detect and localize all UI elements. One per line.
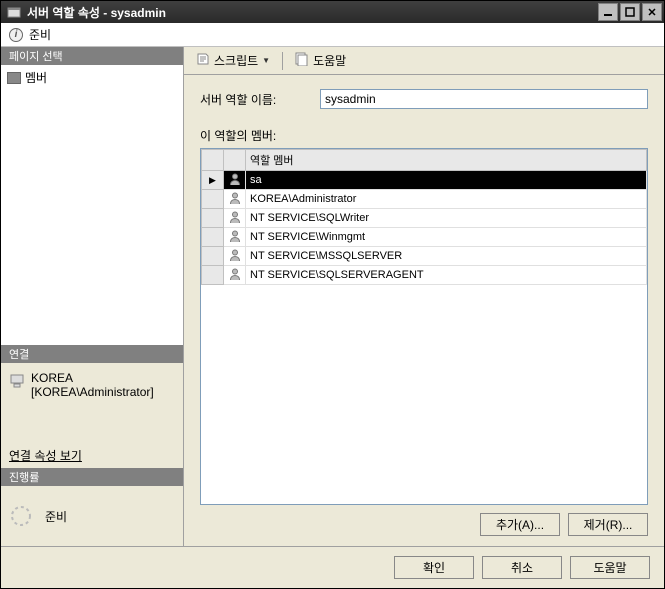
subheader: i 준비 <box>1 23 664 47</box>
table-row[interactable]: NT SERVICE\MSSQLSERVER <box>202 247 647 266</box>
spinner-icon <box>9 504 33 528</box>
action-row: 추가(A)... 제거(R)... <box>200 513 648 536</box>
window-root: 서버 역할 속성 - sysadmin i 준비 페이지 선택 <box>0 0 665 589</box>
page-item-members[interactable]: 멤버 <box>3 67 181 88</box>
progress-section: 진행률 준비 <box>1 468 183 546</box>
chevron-down-icon: ▼ <box>262 56 270 65</box>
body: 페이지 선택 멤버 연결 <box>1 47 664 546</box>
help-label: 도움말 <box>313 52 346 69</box>
window-controls <box>598 3 662 21</box>
footer: 확인 취소 도움말 <box>1 546 664 588</box>
script-icon <box>196 52 210 69</box>
subheader-label: 준비 <box>29 26 51 43</box>
grid-header-row: 역할 멤버 <box>202 150 647 171</box>
members-label: 이 역할의 멤버: <box>200 127 648 144</box>
user-icon <box>228 177 242 189</box>
table-row[interactable]: ▶ sa <box>202 171 647 190</box>
row-header-cell: ▶ <box>202 171 224 190</box>
row-header-cell <box>202 190 224 209</box>
app-icon <box>7 5 21 19</box>
titlebar: 서버 역할 속성 - sysadmin <box>1 1 664 23</box>
member-name-cell: NT SERVICE\SQLSERVERAGENT <box>246 266 647 285</box>
member-icon-cell <box>224 266 246 285</box>
left-panel: 페이지 선택 멤버 연결 <box>1 47 183 546</box>
grid-name-header: 역할 멤버 <box>246 150 647 171</box>
user-icon <box>228 234 242 246</box>
ok-button[interactable]: 확인 <box>394 556 474 579</box>
connection-text: KOREA [KOREA\Administrator] <box>31 371 154 399</box>
script-label: 스크립트 <box>214 52 258 69</box>
role-name-input[interactable] <box>320 89 648 109</box>
row-header-cell <box>202 266 224 285</box>
member-name-cell: NT SERVICE\SQLWriter <box>246 209 647 228</box>
member-name-cell: sa <box>246 171 647 190</box>
progress-label: 준비 <box>45 508 67 525</box>
row-header-cell <box>202 247 224 266</box>
user-icon <box>228 196 242 208</box>
role-name-row: 서버 역할 이름: <box>200 89 648 109</box>
table-row[interactable]: NT SERVICE\Winmgmt <box>202 228 647 247</box>
content-area: 서버 역할 이름: 이 역할의 멤버: 역할 멤버 <box>184 75 664 546</box>
member-icon-cell <box>224 228 246 247</box>
help-toolbar-item[interactable]: 도움말 <box>291 50 350 71</box>
member-icon-cell <box>224 171 246 190</box>
grid-icon-header <box>224 150 246 171</box>
remove-button[interactable]: 제거(R)... <box>568 513 648 536</box>
close-button[interactable] <box>642 3 662 21</box>
user-icon <box>228 215 242 227</box>
table-row[interactable]: NT SERVICE\SQLWriter <box>202 209 647 228</box>
member-name-cell: NT SERVICE\Winmgmt <box>246 228 647 247</box>
role-name-label: 서버 역할 이름: <box>200 91 320 108</box>
page-select-body: 멤버 <box>1 65 183 345</box>
help-icon <box>295 52 309 69</box>
cancel-button[interactable]: 취소 <box>482 556 562 579</box>
script-dropdown[interactable]: 스크립트 ▼ <box>192 50 274 71</box>
table-row[interactable]: NT SERVICE\SQLSERVERAGENT <box>202 266 647 285</box>
user-icon <box>228 272 242 284</box>
member-name-cell: KOREA\Administrator <box>246 190 647 209</box>
connection-body: KOREA [KOREA\Administrator] 연결 속성 보기 <box>1 363 183 468</box>
add-button[interactable]: 추가(A)... <box>480 513 560 536</box>
connection-section: 연결 KOREA [KOREA\Administrator] <box>1 345 183 468</box>
help-button[interactable]: 도움말 <box>570 556 650 579</box>
user-icon <box>228 253 242 265</box>
page-icon <box>7 72 21 84</box>
window-title: 서버 역할 속성 - sysadmin <box>27 4 598 21</box>
toolbar: 스크립트 ▼ 도움말 <box>184 47 664 75</box>
page-item-label: 멤버 <box>25 69 47 86</box>
progress-header: 진행률 <box>1 468 183 486</box>
connection-server: KOREA <box>31 371 154 385</box>
member-icon-cell <box>224 190 246 209</box>
page-select-section: 페이지 선택 멤버 <box>1 47 183 345</box>
server-icon <box>9 373 25 392</box>
member-icon-cell <box>224 209 246 228</box>
progress-body: 준비 <box>1 486 183 546</box>
right-panel: 스크립트 ▼ 도움말 서버 역할 이름: <box>183 47 664 546</box>
grid-rowhead-header <box>202 150 224 171</box>
connection-user: [KOREA\Administrator] <box>31 385 154 399</box>
member-icon-cell <box>224 247 246 266</box>
view-connection-props-link[interactable]: 연결 속성 보기 <box>9 447 175 464</box>
maximize-button[interactable] <box>620 3 640 21</box>
row-pointer-icon: ▶ <box>209 175 216 185</box>
page-select-header: 페이지 선택 <box>1 47 183 65</box>
row-header-cell <box>202 209 224 228</box>
row-header-cell <box>202 228 224 247</box>
members-grid[interactable]: 역할 멤버 ▶saKOREA\AdministratorNT SERVICE\S… <box>200 148 648 505</box>
connection-header: 연결 <box>1 345 183 363</box>
info-icon: i <box>9 28 23 42</box>
toolbar-separator <box>282 52 283 70</box>
table-row[interactable]: KOREA\Administrator <box>202 190 647 209</box>
minimize-button[interactable] <box>598 3 618 21</box>
member-name-cell: NT SERVICE\MSSQLSERVER <box>246 247 647 266</box>
connection-info: KOREA [KOREA\Administrator] <box>9 371 175 399</box>
